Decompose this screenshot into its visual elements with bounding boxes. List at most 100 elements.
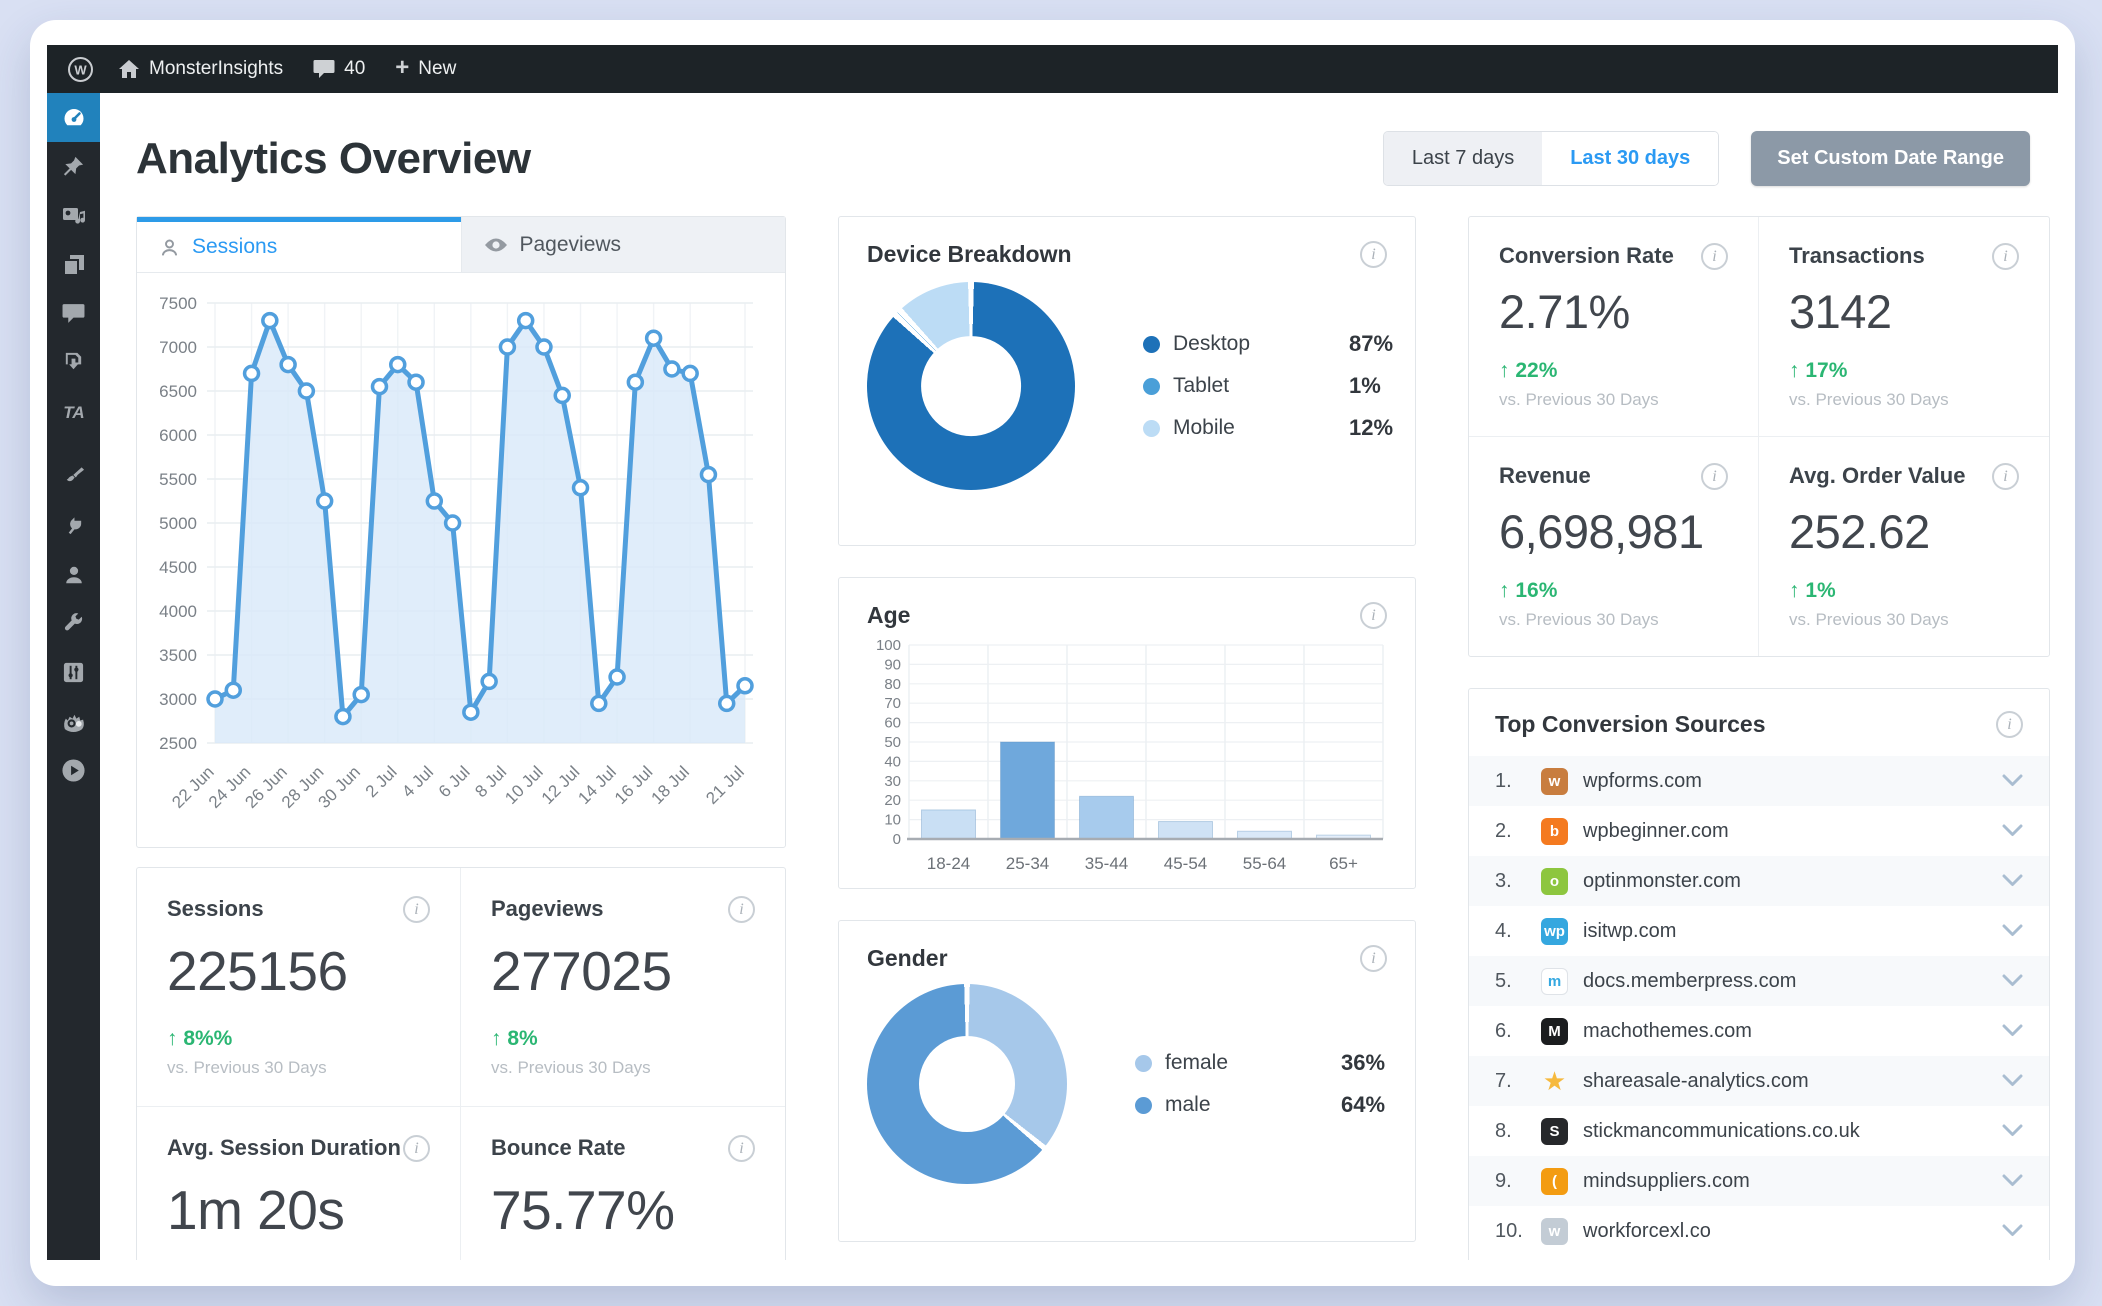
metric-title: Conversion Rate	[1499, 243, 1674, 268]
sources-list: 1. w wpforms.com 2. b wpbeginner.com 3. o optinm…	[1469, 756, 2049, 1256]
sidebar-item-pages[interactable]	[47, 240, 100, 289]
info-icon[interactable]: i	[728, 896, 755, 923]
source-row-machothemes.com[interactable]: 6. Mmachothemes.com	[1469, 1006, 2049, 1056]
legend-dot	[1135, 1096, 1152, 1114]
svg-text:20: 20	[884, 792, 901, 809]
sidebar-item-dashboard[interactable]	[47, 93, 100, 142]
last-30-days-button[interactable]: Last 30 days	[1542, 132, 1719, 185]
chevron-down-icon[interactable]	[2002, 970, 2023, 993]
chevron-down-icon[interactable]	[2002, 1220, 2023, 1243]
source-rank: 2.	[1495, 819, 1512, 842]
legend-value: 12%	[1349, 415, 1394, 440]
source-row-shareasale-analytics.com[interactable]: 7. ★ shareasale-analytics.com	[1469, 1056, 2049, 1106]
chevron-down-icon[interactable]	[2002, 1070, 2023, 1093]
wpforms-favicon: w	[1541, 767, 1568, 795]
metric-card-avg-order-value: Avg. Order Value i 252.62 ↑ 1% vs. Previous …	[1759, 437, 2049, 656]
metric-value: 6,698,981	[1499, 505, 1704, 558]
legend-row-desktop: Desktop 87%	[1143, 331, 1393, 357]
site-menu[interactable]: MonsterInsights	[118, 58, 283, 80]
info-icon[interactable]: i	[403, 1135, 430, 1162]
last-7-days-button[interactable]: Last 7 days	[1383, 132, 1543, 185]
source-row-workforcexl.co[interactable]: 10. w workforcexl.co	[1469, 1206, 2049, 1256]
source-rank: 9.	[1495, 1169, 1512, 1192]
set-custom-date-range-button[interactable]: Set Custom Date Range	[1751, 131, 2030, 186]
source-domain: optinmonster.com	[1583, 869, 1741, 892]
source-row-optinmonster.com[interactable]: 3. o optinmonster.com	[1469, 856, 2049, 906]
app-window: W MonsterInsights 40 + New TA Analytics …	[30, 20, 2075, 1286]
sidebar-item-posts[interactable]	[47, 142, 100, 191]
svg-text:W: W	[74, 62, 87, 77]
sliders-icon	[63, 662, 84, 683]
sidebar-item-ta[interactable]: TA	[47, 387, 100, 436]
source-row-wpbeginner.com[interactable]: 2. b wpbeginner.com	[1469, 806, 2049, 856]
info-icon[interactable]: i	[1360, 945, 1387, 972]
info-icon[interactable]: i	[1701, 463, 1728, 490]
wordpress-logo-icon[interactable]: W	[67, 56, 94, 83]
sidebar-item-plugins[interactable]	[47, 501, 100, 550]
metric-caption: vs. Previous 30 Days	[491, 1058, 651, 1077]
sidebar-item-users[interactable]	[47, 550, 100, 599]
info-icon[interactable]: i	[403, 896, 430, 923]
dashboard-gauge-icon	[64, 108, 83, 125]
comments-menu[interactable]: 40	[313, 58, 365, 80]
metric-value: 225156	[167, 940, 348, 1002]
sidebar-item-downloads[interactable]	[47, 338, 100, 387]
source-row-mindsuppliers.com[interactable]: 9. (mindsuppliers.com	[1469, 1156, 2049, 1206]
legend-value: 36%	[1341, 1050, 1386, 1075]
chevron-down-icon[interactable]	[2002, 770, 2023, 793]
desktop-background: { "admin_bar": { "site_name": "MonsterIn…	[0, 0, 2102, 1306]
page-title: Analytics Overview	[136, 133, 531, 183]
ta-icon: TA	[63, 403, 84, 422]
chevron-down-icon[interactable]	[2002, 920, 2023, 943]
isitwp-favicon: wp	[1541, 917, 1568, 945]
star-favicon: ★	[1542, 1065, 1567, 1096]
device-legend: Desktop 87% Tablet 1% Mobile 12%	[1143, 315, 1393, 457]
metric-card-revenue: Revenue i 6,698,981 ↑ 16% vs. Previous 30 Da…	[1469, 437, 1759, 656]
info-icon[interactable]: i	[728, 1135, 755, 1162]
svg-text:45-54: 45-54	[1164, 854, 1207, 873]
metric-change: ↑ 8%	[491, 1027, 538, 1050]
svg-text:18 Jul: 18 Jul	[647, 762, 693, 808]
svg-text:25-34: 25-34	[1006, 854, 1049, 873]
wp-admin-bar: W MonsterInsights 40 + New	[47, 45, 2058, 93]
info-icon[interactable]: i	[1360, 602, 1387, 629]
info-icon[interactable]: i	[1992, 243, 2019, 270]
sidebar-item-video[interactable]	[47, 746, 100, 795]
new-menu[interactable]: + New	[395, 54, 456, 81]
info-icon[interactable]: i	[1996, 711, 2023, 738]
svg-text:4000: 4000	[159, 602, 197, 621]
source-row-wpforms.com[interactable]: 1. w wpforms.com	[1469, 756, 2049, 806]
source-row-isitwp.com[interactable]: 4. wp isitwp.com	[1469, 906, 2049, 956]
source-row-stickmancommunications.co.uk[interactable]: 8. Sstickmancommunications.co.uk	[1469, 1106, 2049, 1156]
plus-icon: +	[395, 54, 410, 81]
metric-title: Transactions	[1789, 243, 1925, 268]
svg-text:5500: 5500	[159, 470, 197, 489]
info-icon[interactable]: i	[1992, 463, 2019, 490]
svg-text:100: 100	[876, 637, 901, 654]
metric-title: Revenue	[1499, 463, 1591, 488]
metric-caption: vs. Previous 30 Days	[167, 1058, 327, 1077]
sidebar-item-media[interactable]	[47, 191, 100, 240]
chevron-down-icon[interactable]	[2002, 1120, 2023, 1143]
chevron-down-icon[interactable]	[2002, 870, 2023, 893]
chevron-down-icon[interactable]	[2002, 1020, 2023, 1043]
sidebar-item-tools[interactable]	[47, 599, 100, 648]
sidebar-item-appearance[interactable]	[47, 452, 100, 501]
source-row-docs.memberpress.com[interactable]: 5. m docs.memberpress.com	[1469, 956, 2049, 1006]
info-icon[interactable]: i	[1701, 243, 1728, 270]
source-domain: wpforms.com	[1583, 769, 1702, 792]
sidebar-item-comments[interactable]	[47, 289, 100, 338]
info-icon[interactable]: i	[1360, 241, 1387, 268]
metric-change: ↑ 16%	[1499, 579, 1558, 602]
age-title: Age	[867, 602, 911, 628]
tab-sessions[interactable]: Sessions	[137, 217, 461, 272]
chevron-down-icon[interactable]	[2002, 820, 2023, 843]
mindsuppliers-favicon: (	[1541, 1167, 1568, 1195]
sidebar-item-settings[interactable]	[47, 648, 100, 697]
chevron-down-icon[interactable]	[2002, 1170, 2023, 1193]
comments-count: 40	[344, 58, 366, 79]
tab-pageviews[interactable]: Pageviews	[460, 217, 785, 272]
svg-text:10 Jul: 10 Jul	[501, 762, 547, 808]
svg-text:55-64: 55-64	[1243, 854, 1286, 873]
sidebar-item-monsterinsights[interactable]	[47, 697, 100, 746]
